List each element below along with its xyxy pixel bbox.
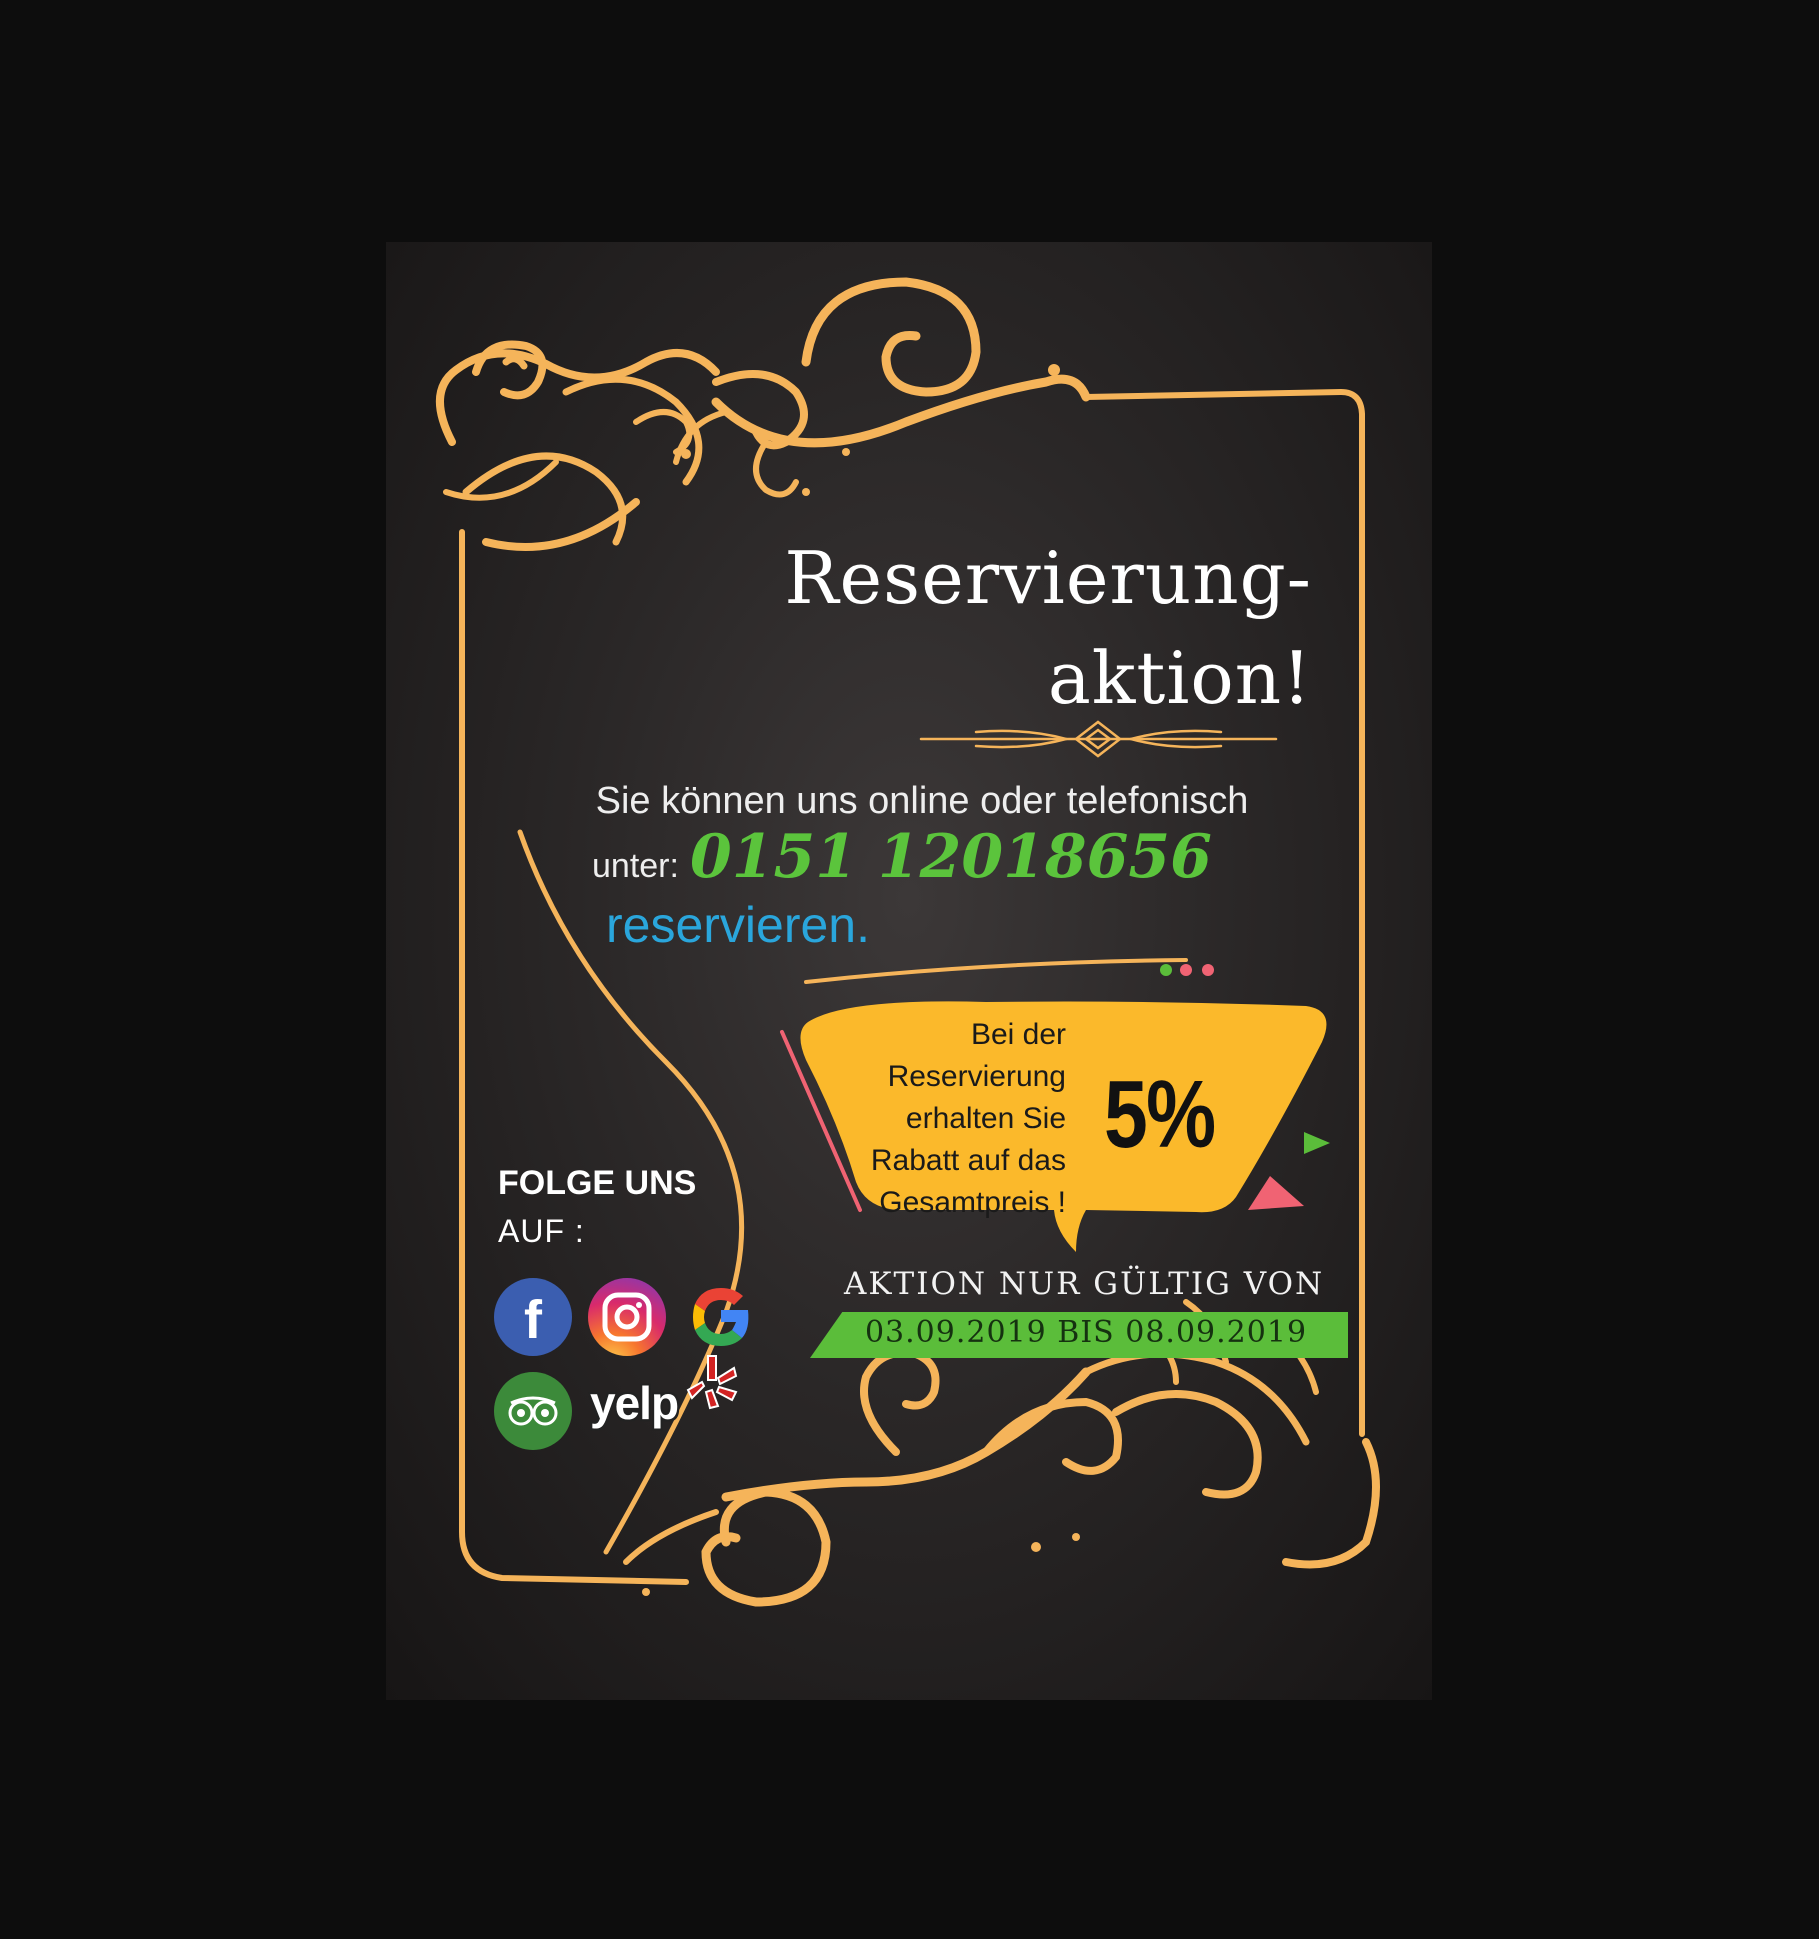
instagram-icon[interactable] [588, 1278, 666, 1356]
facebook-icon[interactable]: f [494, 1278, 572, 1356]
offer-line-3: Rabatt auf das [870, 1144, 1066, 1177]
follow-us-sublabel: AUF : [498, 1213, 585, 1249]
validity-dates: 03.09.2019 BIS 08.09.2019 [864, 1315, 1308, 1350]
pink-triangle-icon [1248, 1176, 1304, 1210]
yelp-icon[interactable]: yelp [590, 1355, 738, 1430]
yelp-wordmark: yelp [590, 1377, 679, 1429]
offer-line-1: Bei der Reservierung [887, 1018, 1066, 1093]
offer-line-4: Gesamtpreis ! [879, 1186, 1066, 1219]
offer-line-2: erhalten Sie [905, 1102, 1066, 1135]
offer-text: Bei der Reservierung erhalten Sie Rabatt… [796, 1014, 1066, 1224]
follow-us-label: FOLGE UNS [498, 1164, 697, 1202]
flyer: Reservierung- aktion! Sie können uns onl… [386, 242, 1432, 1700]
green-triangle-icon [1304, 1132, 1330, 1154]
discount-percent: 5% [1104, 1061, 1216, 1168]
validity-label: AKTION NUR GÜLTIG VON [844, 1266, 1325, 1302]
google-icon[interactable] [682, 1278, 760, 1356]
follow-us-heading: FOLGE UNS AUF : [498, 1164, 696, 1250]
yelp-burst-icon [686, 1355, 738, 1410]
tripadvisor-icon[interactable] [494, 1372, 572, 1450]
offer-speech-bubble [800, 1001, 1330, 1252]
